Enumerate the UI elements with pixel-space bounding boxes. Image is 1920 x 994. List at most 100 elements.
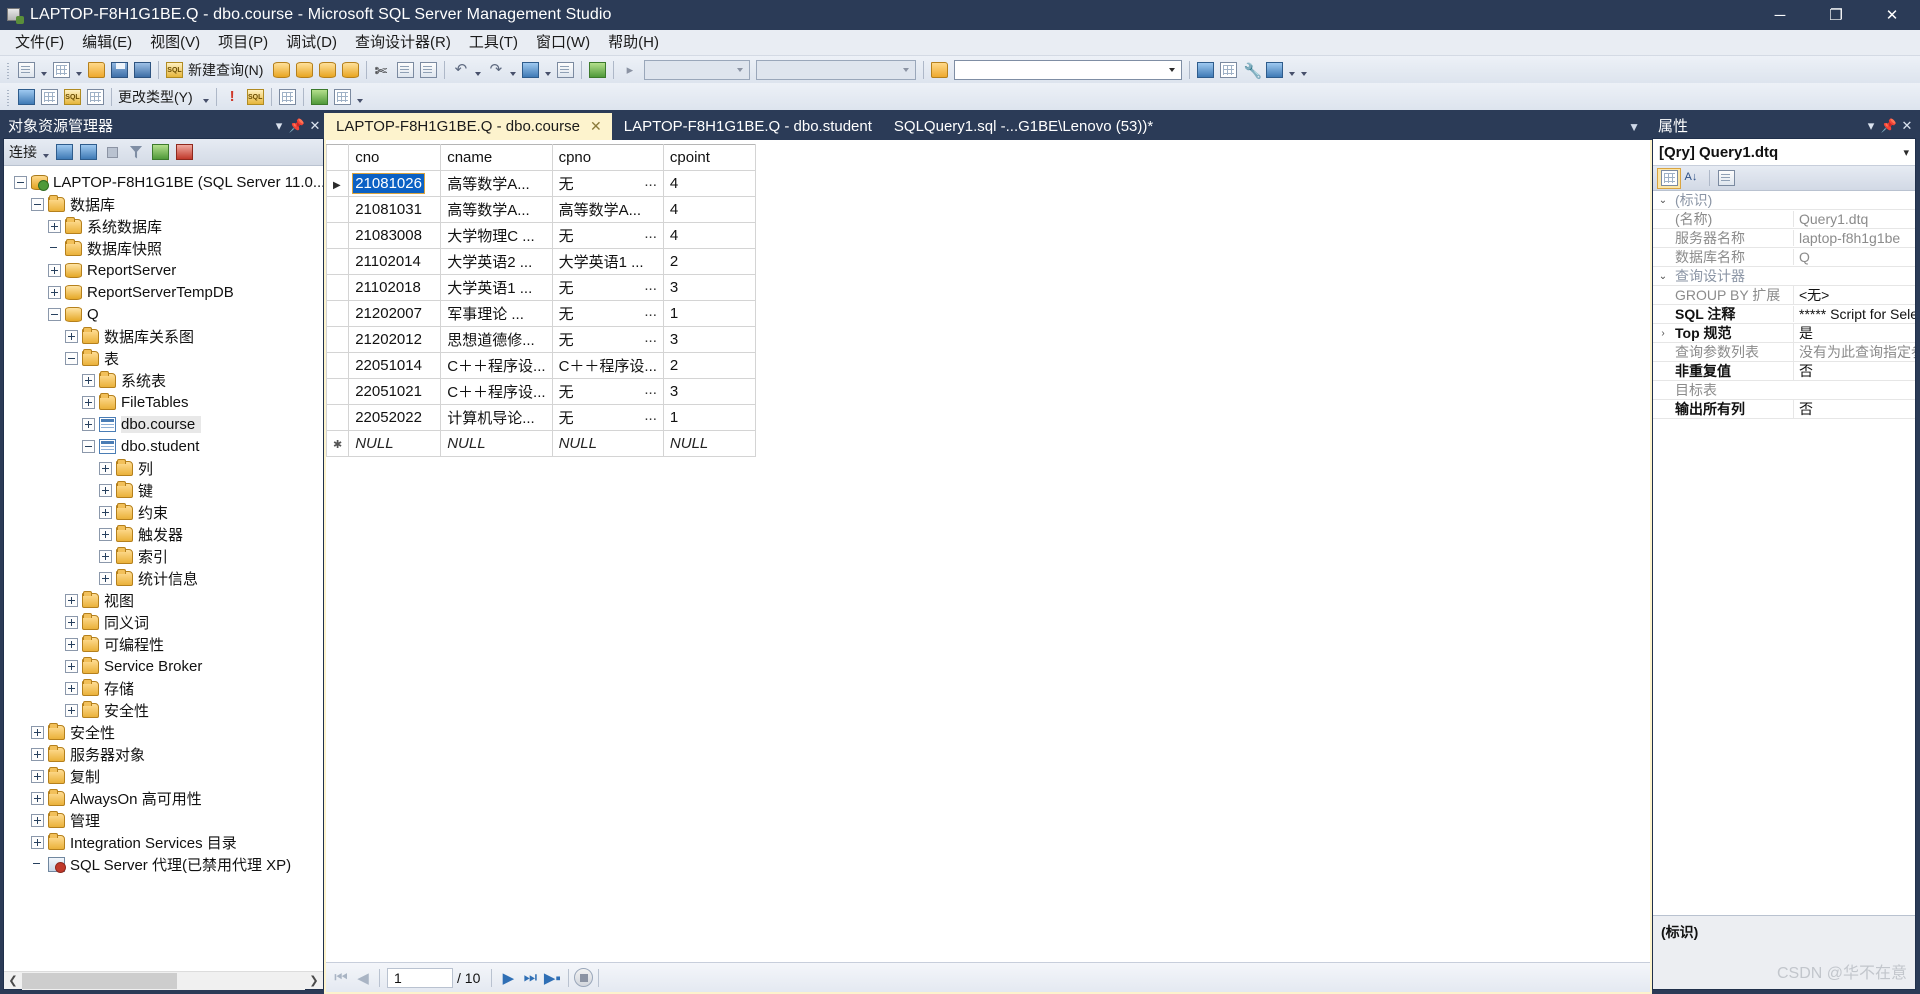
expand-icon[interactable] [82, 373, 95, 387]
cell-cpoint[interactable]: 3 [662, 274, 756, 301]
object-explorer-tree[interactable]: LAPTOP-F8H1G1BE (SQL Server 11.0... 数据库 系统… [4, 166, 323, 971]
property-row[interactable]: 目标表 [1653, 381, 1915, 400]
tree-node[interactable]: AlwaysOn 高可用性 [4, 787, 323, 809]
tree-node[interactable]: ReportServerTempDB [4, 281, 323, 303]
connect-dropdown[interactable] [40, 141, 52, 163]
data-grid-container[interactable]: cno cname cpno cpoint ▶ 21081026 高等数学A...... 无… [326, 140, 1650, 962]
cell-cname[interactable]: C＋＋程序设... [440, 352, 553, 379]
props-close-icon[interactable]: ✕ [1898, 116, 1916, 136]
execute-query-button[interactable]: ! [221, 86, 244, 108]
cell-cpoint[interactable]: 2 [662, 352, 756, 379]
cell-cpoint[interactable]: 1 [662, 404, 756, 431]
document-tab[interactable]: LAPTOP-F8H1G1BE.Q - dbo.student [612, 113, 882, 140]
property-value[interactable]: <无> [1793, 285, 1915, 305]
cell-cno[interactable]: 21083008 [348, 222, 442, 249]
cell-null[interactable]: NULL [551, 430, 664, 457]
tree-node[interactable]: ReportServer [4, 259, 323, 281]
expand-icon[interactable] [99, 527, 112, 541]
props-dropdown-icon[interactable]: ▾ [1862, 116, 1880, 136]
verify-sql-button[interactable]: SQL [244, 86, 267, 108]
row-current-indicator[interactable]: ▶ [326, 170, 350, 197]
tree-node[interactable]: dbo.student [4, 435, 323, 457]
tree-node[interactable]: 管理 [4, 809, 323, 831]
manage-check-constraints-button[interactable]: SQL [61, 86, 84, 108]
add-table-button[interactable] [331, 86, 354, 108]
cut-button[interactable]: ✄ [371, 59, 394, 81]
expand-icon[interactable] [82, 417, 95, 431]
analysis-xmla-query-button[interactable] [339, 59, 362, 81]
tree-node[interactable]: 可编程性 [4, 633, 323, 655]
undo-dropdown[interactable] [472, 59, 484, 81]
copy-button[interactable] [394, 59, 417, 81]
manage-indexes-button[interactable] [38, 86, 61, 108]
analysis-mdx-query-button[interactable] [293, 59, 316, 81]
cell-cno[interactable]: 22051021 [348, 378, 442, 405]
oe-pin-icon[interactable]: 📌 [288, 116, 306, 136]
row-header[interactable] [326, 222, 350, 249]
redo-dropdown[interactable] [507, 59, 519, 81]
change-type-label[interactable]: 更改类型(Y) [116, 87, 200, 107]
menu-item-6[interactable]: 工具(T) [460, 31, 527, 55]
tree-node[interactable]: 触发器 [4, 523, 323, 545]
connect-button[interactable] [52, 141, 76, 163]
new-project-button[interactable] [15, 59, 38, 81]
expand-icon[interactable] [65, 637, 78, 651]
expand-icon[interactable] [48, 285, 61, 299]
table-row[interactable]: 22052022 计算机导论...... 无 1 [326, 404, 756, 431]
first-record-button[interactable]: ⏮ [330, 967, 352, 989]
tree-node[interactable]: 复制 [4, 765, 323, 787]
cell-cname[interactable]: 大学英语2 ... [440, 248, 553, 275]
cell-cpoint[interactable]: 1 [662, 300, 756, 327]
collapse-icon[interactable] [82, 439, 95, 453]
expand-icon[interactable] [31, 725, 44, 739]
expander-icon[interactable]: ⌄ [1653, 195, 1673, 206]
cell-cpoint[interactable]: 2 [662, 248, 756, 275]
menu-item-5[interactable]: 查询设计器(R) [346, 31, 460, 55]
properties-object-selector[interactable]: [Qry] Query1.dtq ▾ [1653, 139, 1915, 166]
new-item-button[interactable] [50, 59, 73, 81]
cell-cpno[interactable]: C＋＋程序设... [551, 352, 664, 379]
property-value[interactable]: 没有为此查询指定参数 [1793, 342, 1915, 362]
cell-cname[interactable]: 思想道德修... [440, 326, 553, 353]
row-header[interactable] [326, 378, 350, 405]
tree-node[interactable]: 系统数据库 [4, 215, 323, 237]
expand-icon[interactable] [31, 791, 44, 805]
scroll-right-icon[interactable]: ❯ [305, 972, 323, 990]
save-button[interactable] [108, 59, 131, 81]
cell-cpoint[interactable]: 3 [662, 378, 756, 405]
disconnect-button[interactable] [76, 141, 100, 163]
tree-node[interactable]: 统计信息 [4, 567, 323, 589]
tree-node[interactable]: SQL Server 代理(已禁用代理 XP) [4, 853, 323, 875]
navigate-backward-dropdown[interactable] [542, 59, 554, 81]
cell-null[interactable]: NULL [440, 430, 553, 457]
alphabetical-button[interactable]: A↓ [1681, 168, 1705, 189]
new-row-indicator[interactable]: ✱ [326, 430, 350, 457]
new-query-button[interactable]: SQL [163, 59, 186, 81]
tree-node[interactable]: 服务器对象 [4, 743, 323, 765]
property-value[interactable]: 是 [1793, 323, 1915, 343]
toolbar-grip-2[interactable] [5, 87, 12, 106]
current-record-input[interactable]: 1 [387, 967, 453, 988]
analysis-dmx-query-button[interactable] [316, 59, 339, 81]
expand-icon[interactable] [31, 813, 44, 827]
table-row[interactable]: 21102018 大学英语1 ...... 无 3 [326, 274, 756, 301]
expand-icon[interactable] [48, 219, 61, 233]
tree-node[interactable]: 表 [4, 347, 323, 369]
cell-cno[interactable]: 22052022 [348, 404, 442, 431]
cell-cpno[interactable]: ... 无 [551, 274, 664, 301]
tools-button[interactable]: 🔧 [1240, 59, 1263, 81]
properties-window-button[interactable] [1217, 59, 1240, 81]
row-header[interactable] [326, 300, 350, 327]
cell-cno[interactable]: 21202007 [348, 300, 442, 327]
cell-null[interactable]: NULL [348, 430, 442, 457]
table-row[interactable]: 21202012 思想道德修...... 无 3 [326, 326, 756, 353]
scroll-track[interactable] [22, 971, 305, 990]
row-header[interactable] [326, 274, 350, 301]
property-value[interactable]: 否 [1793, 361, 1915, 381]
help-button[interactable] [1263, 59, 1286, 81]
database-engine-query-button[interactable] [270, 59, 293, 81]
property-value[interactable]: ***** Script for Select [1793, 306, 1915, 322]
expand-icon[interactable] [65, 681, 78, 695]
redo-button[interactable]: ↷ [484, 59, 507, 81]
cell-cpoint[interactable]: 3 [662, 326, 756, 353]
